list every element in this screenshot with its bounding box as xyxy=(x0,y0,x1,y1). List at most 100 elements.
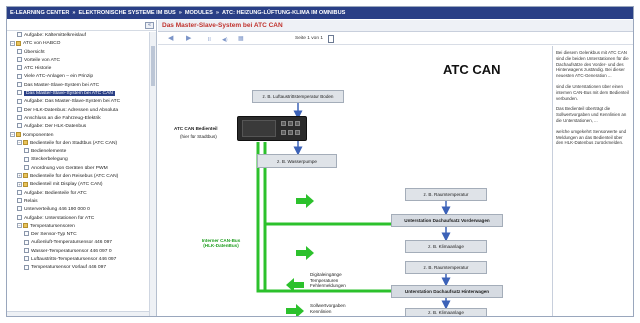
tree-item-label: Viele ATC-Anlagen – ein Prinzip xyxy=(24,74,94,80)
tree-item[interactable]: Der Sensor-Typ NTC xyxy=(7,231,149,239)
page-icon xyxy=(17,73,22,79)
diagram-lines xyxy=(256,103,451,316)
page-icon xyxy=(17,90,22,96)
scrollbar-thumb[interactable] xyxy=(151,46,155,86)
folder-icon xyxy=(23,181,28,187)
tree-vertical-scrollbar[interactable] xyxy=(149,32,156,316)
tree-item[interactable]: Anschluss an die Fahrzeug-Elektrik xyxy=(7,115,149,123)
breadcrumb-separator: » xyxy=(178,10,182,16)
tree-item[interactable]: Das Master-Slave-System bei ATC CAN xyxy=(7,90,149,98)
folder-icon xyxy=(16,131,21,137)
tree-item[interactable]: + Bedienteil mit Display (ATC CAN) xyxy=(7,181,149,189)
page-icon xyxy=(17,57,22,63)
tree-item[interactable]: Aufgabe: Bedienteile für ATC xyxy=(7,189,149,198)
can-bus-label-line2: (HLK-DatenBus) xyxy=(203,243,239,248)
tree-item[interactable]: − Komponenten xyxy=(7,131,149,140)
page-icon xyxy=(17,98,22,104)
tree-list: Aufgabe: Kältemittelkreislauf − ATC von HA… xyxy=(7,32,149,316)
tree-item[interactable]: Aufgabe: Der HLK-Datenbus xyxy=(7,123,149,131)
player-toolbar: ◀ ▶ II ◀) ▦ Seite 1 von 1 xyxy=(158,33,633,45)
collapse-icon[interactable]: − xyxy=(10,131,15,137)
box-klimaanlage-2: z. B. Klimaanlage xyxy=(405,308,487,316)
explanation-paragraph-1: Bei diesem Gelenkbus mit ATC CAN sind di… xyxy=(556,50,629,79)
page-icon xyxy=(17,106,22,112)
collapse-icon[interactable]: − xyxy=(17,223,22,229)
audio-icon[interactable]: ◀) xyxy=(222,36,228,44)
pause-icon[interactable]: II xyxy=(208,36,211,44)
page-icon xyxy=(24,164,29,170)
tree-item[interactable]: Übersicht xyxy=(7,48,149,57)
tree-item[interactable]: Das Master-Slave-System bei ATC xyxy=(7,81,149,90)
tree-item[interactable]: − Temperatursensoren xyxy=(7,223,149,231)
forward-arrow-icon[interactable]: ▶ xyxy=(186,35,191,43)
green-arrow-right-legend xyxy=(286,304,304,316)
page-icon xyxy=(17,206,22,212)
page-icon xyxy=(24,239,29,245)
page-icon xyxy=(17,123,22,129)
collapse-tree-button[interactable]: « xyxy=(145,22,154,29)
tree-item[interactable]: − Bedienteile für den Stadtbus (ATC CAN) xyxy=(7,140,149,148)
tree-item-label: Vorteile von ATC xyxy=(24,57,61,63)
atc-can-control-unit xyxy=(237,116,307,141)
grid-icon[interactable]: ▦ xyxy=(238,35,244,43)
tree-item[interactable]: + Bedienteile für den Reisebus (ATC CAN) xyxy=(7,173,149,181)
document-icon[interactable] xyxy=(328,35,334,43)
tree-item-label: Relais xyxy=(24,198,38,204)
tree-item-label: Luftaustritts-Temperatursensor 446 097 xyxy=(31,257,117,263)
box-klimaanlage-1: z. B. Klimaanlage xyxy=(405,240,487,253)
green-arrow-right-1 xyxy=(296,194,314,208)
app-window: E-LEARNING CENTER» ELEKTRONISCHE SYSTEME … xyxy=(6,6,634,317)
page-icon xyxy=(17,189,22,195)
tree-item[interactable]: Luftaustritts-Temperatursensor 446 097 xyxy=(7,256,149,264)
tree-item[interactable]: Viele ATC-Anlagen – ein Prinzip xyxy=(7,73,149,81)
tree-item[interactable]: Steckerbelegung xyxy=(7,156,149,164)
box-unterstation-hinterwagen: Unterstation Dachaufsatz Hinterwagen xyxy=(391,285,503,298)
breadcrumb-item-elearning[interactable]: E-LEARNING CENTER xyxy=(10,7,69,19)
page-icon xyxy=(17,48,22,54)
page-icon xyxy=(17,65,22,71)
back-arrow-icon[interactable]: ◀ xyxy=(168,35,173,43)
tree-item[interactable]: Der HLK-Datenbus: Adressen und Absoluta xyxy=(7,106,149,115)
breadcrumb-item-systems[interactable]: ELEKTRONISCHE SYSTEME IM BUS xyxy=(78,7,175,19)
tree-item-label: Der HLK-Datenbus: Adressen und Absoluta xyxy=(24,107,119,113)
box-wasserpumpe: z. B. Wasserpumpe xyxy=(257,154,337,168)
tree-item-label: Steckerbelegung xyxy=(31,157,68,163)
tree-item[interactable]: Vorteile von ATC xyxy=(7,57,149,65)
explanation-paragraph-2: sind die Unterstationen über einen inter… xyxy=(556,83,629,101)
collapse-icon[interactable]: − xyxy=(17,140,22,146)
tree-item[interactable]: Temperatursensor Vorlauf 446 097 xyxy=(7,264,149,272)
legend-digital-line1: Digitaleingänge xyxy=(310,272,342,277)
page-icon xyxy=(17,81,22,87)
tree-item-label: Wasser-Temperatursensor 446 097 0 xyxy=(31,248,112,254)
page-icon xyxy=(17,32,22,38)
expand-icon[interactable]: + xyxy=(17,181,22,187)
breadcrumb-item-modules[interactable]: MODULES xyxy=(185,7,213,19)
tree-item[interactable]: Aufgabe: Kältemittelkreislauf xyxy=(7,32,149,40)
tree-item[interactable]: Anordnung von Geräten über PWM xyxy=(7,164,149,173)
page-icon xyxy=(17,115,22,121)
tree-item[interactable]: Außenluft-Temperatursensor 446 097 xyxy=(7,239,149,247)
breadcrumb: E-LEARNING CENTER» ELEKTRONISCHE SYSTEME … xyxy=(7,7,633,19)
tree-item-label: Übersicht xyxy=(24,49,45,55)
page-icon xyxy=(17,214,22,220)
tree-item[interactable]: Aufgabe: Unterstationen für ATC xyxy=(7,214,149,223)
tree-item-label: Das Master-Slave-System bei ATC xyxy=(24,82,100,88)
box-raumtemperatur-1: z. B. Raumtemperatur xyxy=(405,188,487,201)
tree-item[interactable]: Aufgabe: Das Master-Slave-System bei ATC xyxy=(7,98,149,106)
expand-icon[interactable]: + xyxy=(17,173,22,179)
page-counter: Seite 1 von 1 xyxy=(295,36,324,41)
control-unit-label: ATC CAN Bedienteil xyxy=(174,126,218,131)
collapse-icon[interactable]: − xyxy=(10,40,15,46)
tree-item-label: Bedienteil mit Display (ATC CAN) xyxy=(30,182,103,188)
tree-item[interactable]: Relais xyxy=(7,198,149,206)
tree-item[interactable]: Wasser-Temperatursensor 446 097 0 xyxy=(7,247,149,256)
legend-soll-line1: Sollwertvorgaben xyxy=(310,303,346,308)
tree-item[interactable]: − ATC von HABCO xyxy=(7,40,149,48)
tree-item-label: Aufgabe: Unterstationen für ATC xyxy=(24,215,95,221)
page-icon xyxy=(24,156,29,162)
tree-item[interactable]: ATC Historie xyxy=(7,65,149,73)
tree-item[interactable]: Bedienelemente xyxy=(7,148,149,156)
tree-item[interactable]: Unterverteilung 446 190 000 0 xyxy=(7,206,149,214)
breadcrumb-separator: » xyxy=(72,10,76,16)
tree-horizontal-scrollbar[interactable] xyxy=(7,311,149,316)
